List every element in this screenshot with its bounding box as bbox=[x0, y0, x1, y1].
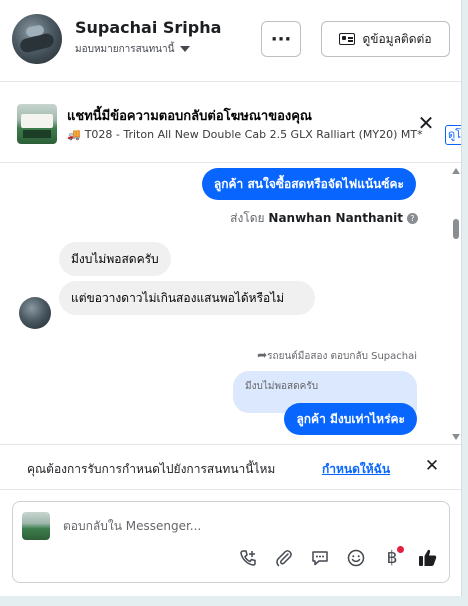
ad-subtitle: 🚚 T028 - Triton All New Double Cab 2.5 GL… bbox=[67, 128, 447, 141]
composer-toolbar: ฿ bbox=[13, 546, 451, 576]
attachment-icon[interactable] bbox=[272, 546, 296, 570]
contact-card-icon bbox=[339, 33, 356, 45]
notification-dot bbox=[397, 546, 404, 553]
reply-arrow-icon: ➦ bbox=[257, 348, 268, 362]
ad-title: แชทนี้มีข้อความตอบกลับต่อโฆษณาของคุณ bbox=[67, 109, 312, 124]
message-incoming[interactable]: แต่ขอวางดาวไม่เกินสองแสนพอได้หรือไม่ bbox=[59, 281, 315, 315]
payment-icon[interactable]: ฿ bbox=[380, 546, 404, 570]
view-contact-button[interactable]: ดูข้อมูลติดต่อ bbox=[321, 21, 450, 57]
reply-composer: ฿ bbox=[12, 501, 450, 583]
truck-icon: 🚚 bbox=[67, 128, 81, 141]
ad-subtitle-text: T028 - Triton All New Double Cab 2.5 GLX… bbox=[84, 128, 423, 141]
assign-prompt: คุณต้องการรับการกำหนดไปยังการสนทนานี้ไหม… bbox=[0, 444, 461, 490]
close-icon[interactable]: ✕ bbox=[416, 113, 436, 133]
close-icon[interactable]: ✕ bbox=[423, 457, 441, 475]
thread-scrollbar[interactable] bbox=[450, 164, 461, 444]
conversation-header: Supachai Sripha มอบหมายการสนทนานี้ ··· ด… bbox=[0, 0, 461, 82]
scroll-up-icon[interactable] bbox=[452, 168, 460, 174]
sent-by-prefix: ส่งโดย bbox=[230, 211, 265, 225]
info-icon[interactable]: ? bbox=[407, 213, 418, 224]
contact-name[interactable]: Supachai Sripha bbox=[75, 18, 221, 37]
assign-dropdown[interactable]: มอบหมายการสนทนานี้ bbox=[75, 42, 191, 57]
view-contact-label: ดูข้อมูลติดต่อ bbox=[362, 31, 432, 46]
scroll-down-icon[interactable] bbox=[452, 434, 460, 440]
ad-thumbnail[interactable] bbox=[17, 104, 57, 144]
more-options-button[interactable]: ··· bbox=[261, 21, 301, 57]
reply-meta-text: รถยนต์มือสอง ตอบกลับ Supachai bbox=[267, 351, 417, 362]
assign-label: มอบหมายการสนทนานี้ bbox=[75, 44, 175, 55]
message-incoming[interactable]: มีงบไม่พอสดครับ bbox=[59, 242, 171, 276]
avatar bbox=[19, 297, 51, 329]
caret-down-icon bbox=[180, 46, 191, 52]
emoji-icon[interactable] bbox=[344, 546, 368, 570]
ad-reply-banner: แชทนี้มีข้อความตอบกลับต่อโฆษณาของคุณ 🚚 T0… bbox=[0, 83, 461, 163]
call-add-icon[interactable] bbox=[236, 546, 260, 570]
sent-by-line: ส่งโดย Nanwhan Nanthanit? bbox=[230, 209, 418, 228]
sent-by-name: Nanwhan Nanthanit bbox=[268, 211, 403, 225]
message-outgoing[interactable]: ลูกค้า มีงบเท่าไหร่คะ bbox=[284, 403, 417, 435]
view-ad-button[interactable]: ดูโ bbox=[445, 125, 461, 145]
scroll-thumb[interactable] bbox=[453, 219, 459, 239]
message-outgoing[interactable]: ลูกค้า สนใจซื้อสดหรือจัดไฟแน้นซ์คะ bbox=[201, 168, 416, 200]
like-icon[interactable] bbox=[416, 546, 440, 570]
saved-reply-icon[interactable] bbox=[308, 546, 332, 570]
ad-thumbnail bbox=[22, 512, 50, 540]
assign-to-me-link[interactable]: กำหนดให้ฉัน bbox=[322, 460, 390, 479]
avatar[interactable] bbox=[12, 14, 62, 64]
conversation-panel: Supachai Sripha มอบหมายการสนทนานี้ ··· ด… bbox=[0, 0, 462, 596]
reply-meta: ➦รถยนต์มือสอง ตอบกลับ Supachai bbox=[257, 348, 417, 364]
assign-prompt-text: คุณต้องการรับการกำหนดไปยังการสนทนานี้ไหม bbox=[27, 462, 276, 476]
reply-input[interactable] bbox=[63, 516, 433, 536]
message-thread: ลูกค้า สนใจซื้อสดหรือจัดไฟแน้นซ์คะ ส่งโด… bbox=[0, 164, 461, 444]
